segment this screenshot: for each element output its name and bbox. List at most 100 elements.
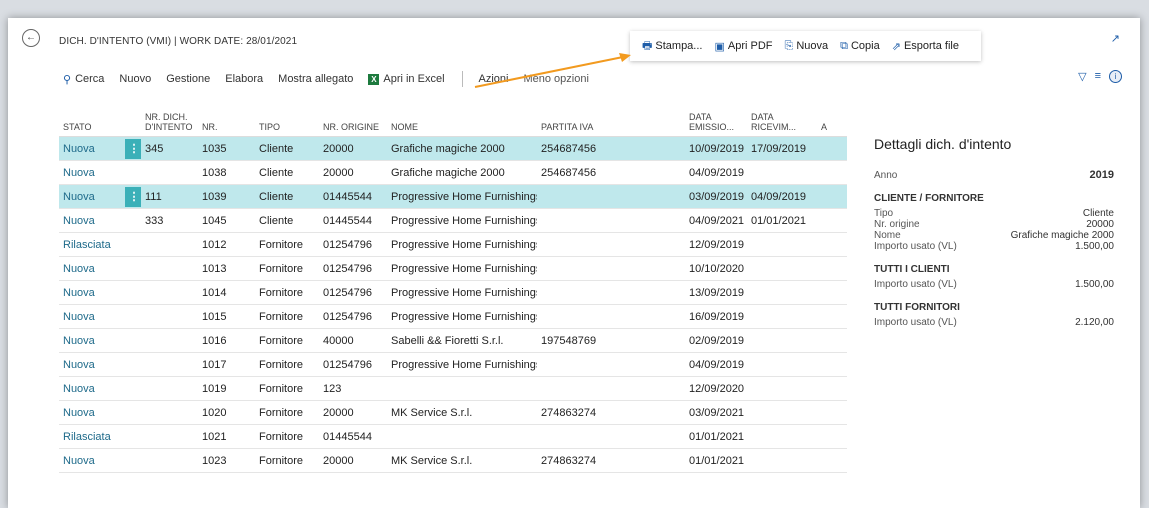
cell-nr: 1016 [198,328,255,353]
cell-stato[interactable]: Nuova [59,136,121,161]
table-row[interactable]: Rilasciata 1021 Fornitore 01445544 01/01/202… [59,424,847,449]
show-attachment-button[interactable]: Mostra allegato [278,73,353,85]
table-row[interactable]: Nuova 1016 Fornitore 40000 Sabelli && Fioret… [59,328,847,353]
column-header[interactable]: NR. DICH. D'INTENTO [141,102,198,137]
cell-stato[interactable]: Nuova [59,448,121,473]
table-row[interactable]: Nuova ⋮ 345 1035 Cliente 20000 Grafiche magich… [59,136,847,161]
cell-emiss: 04/09/2019 [685,160,747,185]
table-row[interactable]: Nuova 1020 Fornitore 20000 MK Service S.r.l.… [59,400,847,425]
process-menu[interactable]: Elabora [225,73,263,85]
row-menu-icon[interactable]: ⋮ [125,186,141,207]
cell-tipo: Fornitore [255,256,319,281]
filter-icon[interactable]: ▽ [1078,70,1086,83]
printer-action-button[interactable]: 🖶 Stampa... [642,37,702,56]
cell-ricev [747,328,817,353]
factbox-title: Dettagli dich. d'intento [874,136,1012,152]
cell-nr: 1017 [198,352,255,377]
column-header[interactable]: DATA RICEVIM... [747,102,817,137]
table-row[interactable]: Rilasciata 1012 Fornitore 01254796 Progressi… [59,232,847,257]
cell-nr: 1020 [198,400,255,425]
new-button[interactable]: Nuovo [119,73,151,85]
page-window: ← DICH. D'INTENTO (VMI) | WORK DATE: 28/… [8,18,1140,508]
cell-empty [817,160,847,185]
cell-nr: 1012 [198,232,255,257]
row-menu-cell: ⋮ [121,136,141,161]
cell-piva: 254687456 [537,160,685,185]
cell-nr-dich [141,328,198,353]
row-menu-icon[interactable]: ⋮ [125,138,141,159]
row-menu-cell [121,280,141,305]
arrow-head [619,53,631,62]
separator [461,71,463,87]
cell-piva [537,424,685,449]
search-button[interactable]: ⚲ Cerca [63,73,104,86]
column-header[interactable]: NOME [387,102,537,137]
row-menu-cell [121,376,141,401]
cell-stato[interactable]: Nuova [59,352,121,377]
table-row[interactable]: Nuova ⋮ 111 1039 Cliente 01445544 Progressive … [59,184,847,209]
fact-clienti-importo: Importo usato (VL) 1.500,00 [874,279,1114,290]
cell-piva: 254687456 [537,136,685,161]
cell-stato[interactable]: Nuova [59,184,121,209]
cell-empty [817,184,847,209]
cell-stato[interactable]: Rilasciata [59,232,121,257]
row-menu-cell [121,256,141,281]
column-header[interactable]: PARTITA IVA [537,102,685,137]
manage-menu[interactable]: Gestione [166,73,210,85]
column-header[interactable]: DATA EMISSIO... [685,102,747,137]
cell-tipo: Cliente [255,208,319,233]
cell-stato[interactable]: Nuova [59,376,121,401]
cell-origine: 01254796 [319,232,387,257]
cell-piva: 197548769 [537,328,685,353]
cell-stato[interactable]: Nuova [59,280,121,305]
cell-nome [387,376,537,401]
table-row[interactable]: Nuova 333 1045 Cliente 01445544 Progressive H… [59,208,847,233]
cell-stato[interactable]: Nuova [59,328,121,353]
export-icon: ⇗ [891,40,901,53]
collapse-icon[interactable]: ↗ [1111,32,1120,45]
cell-ricev [747,448,817,473]
cell-nr-dich [141,304,198,329]
back-icon[interactable]: ← [22,29,40,47]
info-icon[interactable]: i [1109,70,1122,83]
export-action-button[interactable]: ⇗ Esporta file [892,40,959,53]
cell-nr: 1021 [198,424,255,449]
cell-nr-dich [141,376,198,401]
column-header[interactable]: NR. ORIGINE [319,102,387,137]
table-row[interactable]: Nuova 1023 Fornitore 20000 MK Service S.r.l.… [59,448,847,473]
cell-stato[interactable]: Rilasciata [59,424,121,449]
table-row[interactable]: Nuova 1014 Fornitore 01254796 Progressive Ho… [59,280,847,305]
cell-stato[interactable]: Nuova [59,400,121,425]
table-row[interactable]: Nuova 1013 Fornitore 01254796 Progressive Ho… [59,256,847,281]
list-grid: STATO NR. DICH. D'INTENTO NR. TIPO NR. ORIGI… [59,102,847,473]
cell-stato[interactable]: Nuova [59,160,121,185]
table-row[interactable]: Nuova 1019 Fornitore 123 12/09/2020 [59,376,847,401]
table-row[interactable]: Nuova 1015 Fornitore 01254796 Progressive Ho… [59,304,847,329]
cell-nr: 1035 [198,136,255,161]
row-menu-cell [121,304,141,329]
cell-stato[interactable]: Nuova [59,256,121,281]
table-row[interactable]: Nuova 1017 Fornitore 01254796 Progressive Ho… [59,352,847,377]
save-action-button[interactable]: ▣ Apri PDF [714,40,772,53]
cell-nome [387,424,537,449]
column-header[interactable]: NR. [198,102,255,137]
cell-emiss: 03/09/2021 [685,400,747,425]
fact-origine: Nr. origine 20000 [874,219,1114,230]
list-view-icon[interactable]: ≡ [1095,70,1101,83]
open-excel-button[interactable]: X Apri in Excel [368,73,445,85]
column-header[interactable]: STATO [59,102,121,137]
copy-action-button[interactable]: ⧉ Copia [840,40,880,53]
column-header[interactable]: A [817,102,847,137]
cell-nr-dich: 333 [141,208,198,233]
cell-stato[interactable]: Nuova [59,304,121,329]
row-menu-cell [121,448,141,473]
fact-nome: Nome Grafiche magiche 2000 [874,230,1114,241]
cell-origine: 123 [319,376,387,401]
new-document-action-button[interactable]: ⎘ Nuova [785,40,829,53]
column-header[interactable]: TIPO [255,102,319,137]
cell-piva: 274863274 [537,400,685,425]
cell-emiss: 04/09/2019 [685,352,747,377]
cell-stato[interactable]: Nuova [59,208,121,233]
table-row[interactable]: Nuova 1038 Cliente 20000 Grafiche magiche 20… [59,160,847,185]
cell-ricev [747,424,817,449]
